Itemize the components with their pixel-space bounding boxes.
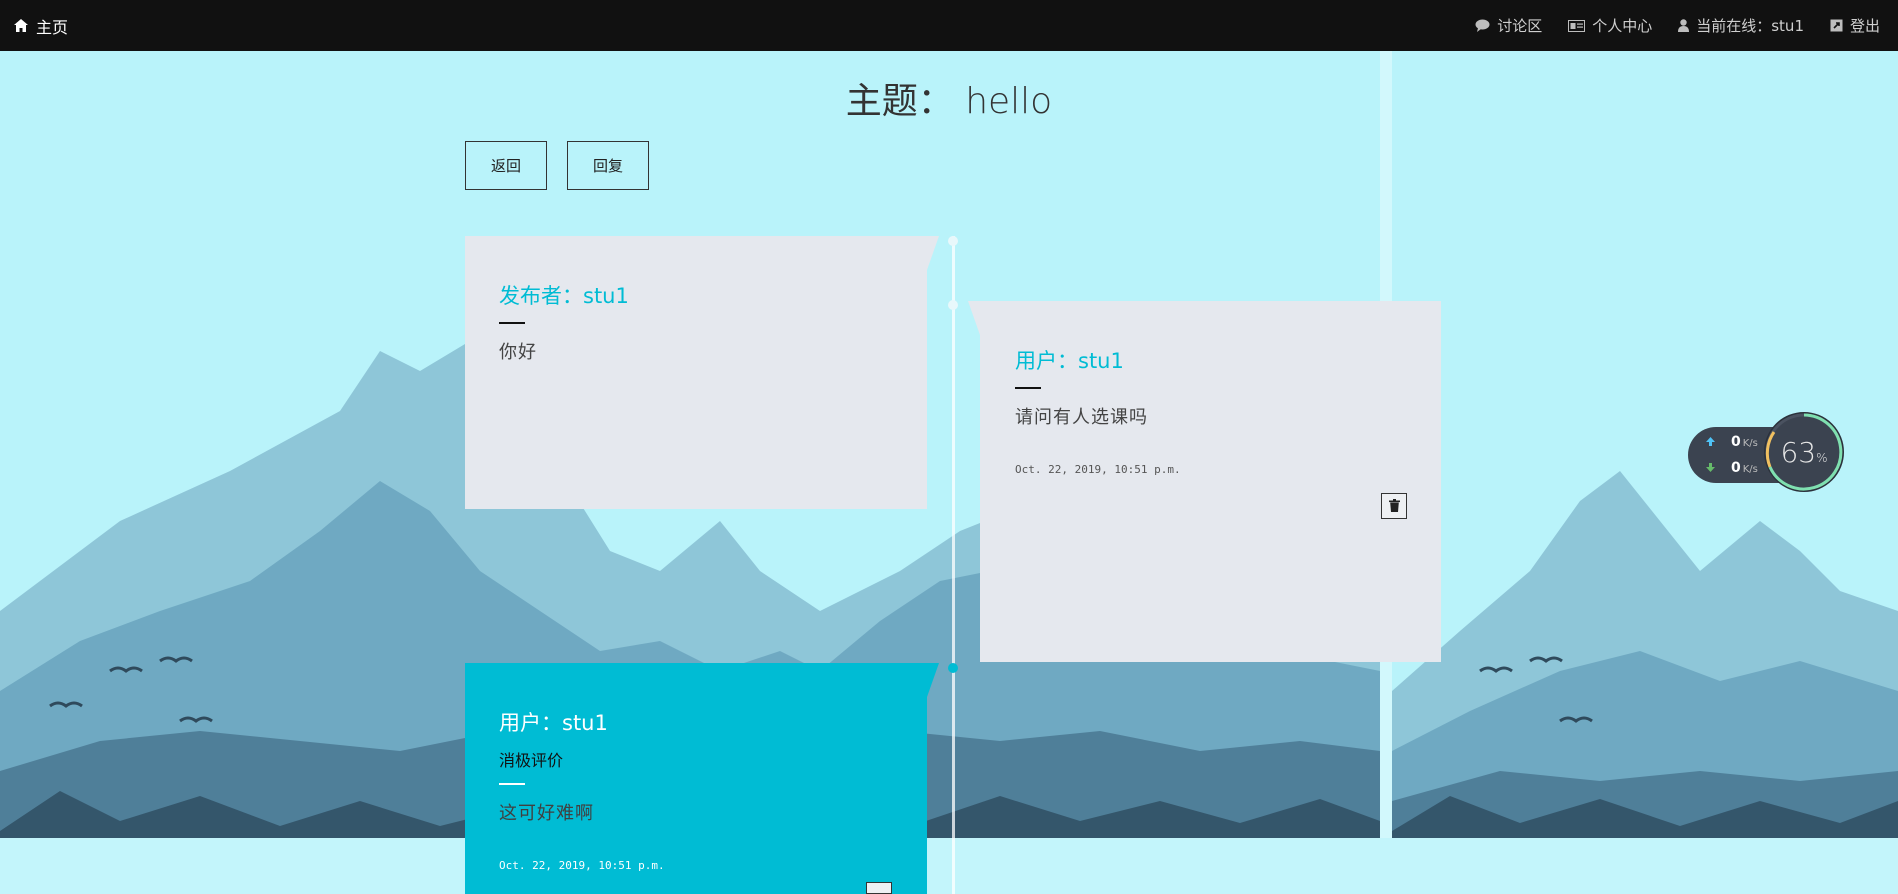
comment-icon	[1475, 19, 1490, 32]
post-card-publisher: 发布者：stu1 你好	[465, 236, 927, 509]
timeline-dot	[948, 300, 958, 310]
reply-author: 用户：stu1	[1015, 349, 1124, 373]
review-content: 这可好难啊	[499, 803, 594, 824]
background-scenery	[0, 51, 1898, 894]
upload-speed: 0 K/s	[1706, 434, 1758, 450]
nav-discussion-link[interactable]: 讨论区	[1475, 15, 1542, 36]
page-title: 主题： hello	[845, 81, 1053, 122]
timeline-dot	[948, 236, 958, 246]
card-pointer	[927, 236, 939, 270]
nav-online-user[interactable]: 当前在线：stu1	[1678, 15, 1804, 36]
download-unit: K/s	[1742, 464, 1758, 475]
trash-icon	[1388, 497, 1400, 516]
nav-logout-link[interactable]: 登出	[1830, 15, 1880, 36]
trash-icon	[874, 887, 885, 893]
logout-icon	[1830, 19, 1843, 32]
review-rating-label: 消极评价	[499, 751, 564, 770]
card-pointer	[927, 663, 939, 697]
divider	[499, 783, 525, 785]
nav-profile-link[interactable]: 个人中心	[1568, 15, 1652, 36]
post-content: 你好	[499, 342, 537, 363]
upload-unit: K/s	[1742, 438, 1758, 449]
review-author: 用户：stu1	[499, 711, 608, 735]
nav-online-label: 当前在线：stu1	[1696, 17, 1804, 35]
user-icon	[1678, 19, 1690, 32]
delete-reply-button[interactable]	[1381, 493, 1407, 519]
card-pointer	[968, 301, 980, 335]
back-button[interactable]: 返回	[465, 141, 547, 190]
top-navbar: 主页 讨论区 个人中心 当前在线：stu1 登出	[0, 0, 1898, 51]
nav-discussion-label: 讨论区	[1497, 17, 1543, 35]
download-speed: 0 K/s	[1706, 460, 1758, 476]
reply-button[interactable]: 回复	[567, 141, 649, 190]
post-author: 发布者：stu1	[499, 284, 629, 308]
delete-review-button[interactable]	[866, 882, 892, 894]
nav-right-menu: 讨论区 个人中心 当前在线：stu1 登出	[1475, 0, 1880, 51]
timeline-dot-active	[948, 663, 958, 673]
reply-timestamp: Oct. 22, 2019, 10:51 p.m.	[1015, 463, 1181, 476]
timeline-line	[952, 236, 955, 894]
upload-value: 0	[1731, 434, 1741, 450]
reply-card: 用户：stu1 请问有人选课吗 Oct. 22, 2019, 10:51 p.m…	[980, 301, 1441, 662]
review-card-negative: 用户：stu1 消极评价 这可好难啊 Oct. 22, 2019, 10:51 …	[465, 663, 927, 894]
nav-profile-label: 个人中心	[1592, 17, 1653, 35]
nav-home-link[interactable]: 主页	[14, 0, 68, 51]
divider	[499, 322, 525, 324]
reply-content: 请问有人选课吗	[1015, 407, 1148, 428]
arrow-up-icon	[1706, 434, 1715, 450]
review-timestamp: Oct. 22, 2019, 10:51 p.m.	[499, 859, 665, 872]
id-card-icon	[1568, 19, 1586, 32]
arrow-down-icon	[1706, 460, 1715, 476]
divider	[1015, 387, 1041, 389]
download-value: 0	[1731, 460, 1741, 476]
nav-logout-label: 登出	[1849, 17, 1880, 35]
memory-usage-gauge[interactable]: 63%	[1764, 412, 1844, 492]
home-icon	[14, 19, 28, 32]
gauge-ring	[1765, 413, 1843, 491]
nav-home-label: 主页	[36, 17, 69, 37]
